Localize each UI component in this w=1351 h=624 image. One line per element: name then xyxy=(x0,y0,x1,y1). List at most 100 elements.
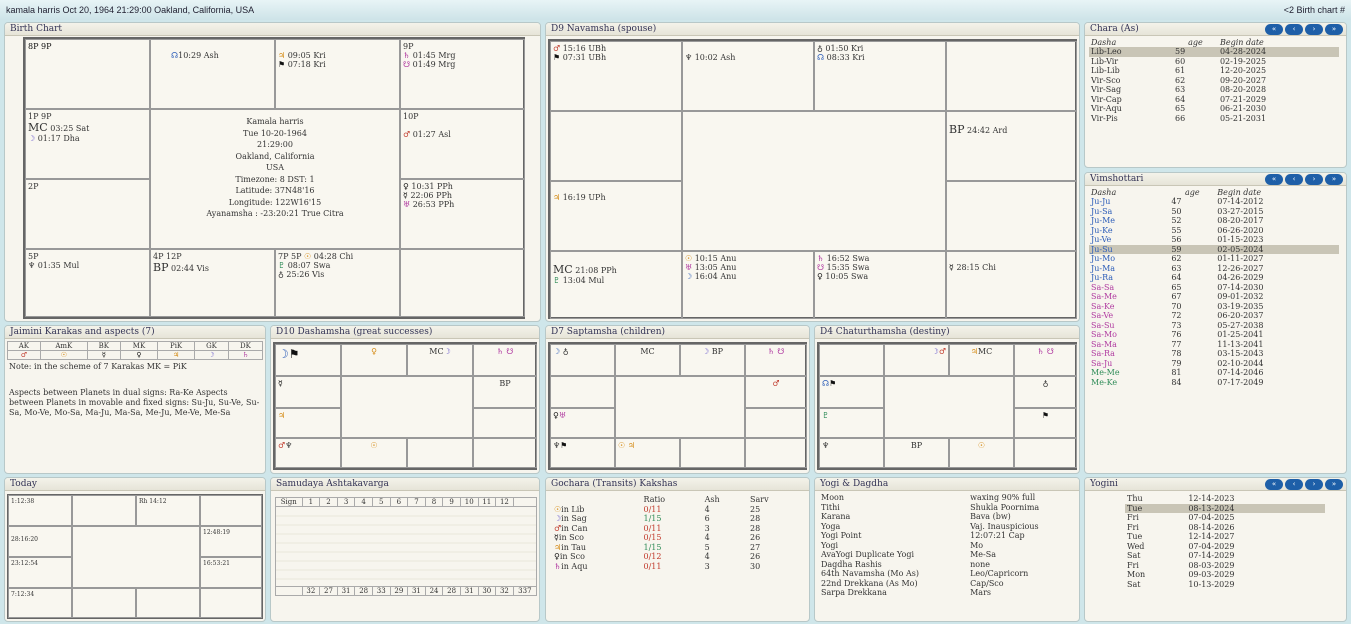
house-cell[interactable]: ♆⚑ xyxy=(550,438,615,468)
table-row[interactable]: Vir-Cap 64 07-21-2029 xyxy=(1089,95,1339,105)
table-row[interactable]: Lib-Vir 60 02-19-2025 xyxy=(1089,57,1339,67)
table-row[interactable]: Wed 07-04-2029 xyxy=(1125,542,1325,552)
house-cell[interactable] xyxy=(550,376,615,408)
house-cell[interactable]: 1P 9P MC 03:25 Sat ☽ 01:17 Dha xyxy=(25,109,150,179)
house-cell[interactable] xyxy=(400,249,525,317)
house-cell[interactable] xyxy=(946,181,1077,251)
table-row[interactable]: Sa-Mo 76 01-25-2041 xyxy=(1089,330,1339,340)
house-cell[interactable]: ♄ ☋ xyxy=(745,344,807,376)
table-row[interactable]: Sa-Ma 77 11-13-2041 xyxy=(1089,340,1339,350)
table-row[interactable]: Tue 12-14-2027 xyxy=(1125,532,1325,542)
house-cell[interactable] xyxy=(745,438,807,468)
house-cell[interactable]: 28:16:20 xyxy=(8,526,72,557)
prev-button[interactable]: ‹ xyxy=(1285,24,1303,35)
house-cell[interactable]: 1:12:38 xyxy=(8,495,72,526)
house-cell[interactable]: BP xyxy=(884,438,949,468)
house-cell[interactable]: ☉ 10:15 Anu ♅ 13:05 Anu ☽ 16:04 Anu xyxy=(682,251,814,319)
table-row[interactable]: Sa-Ju 79 02-10-2044 xyxy=(1089,359,1339,369)
last-button[interactable]: » xyxy=(1325,174,1343,185)
table-row[interactable]: Sa-Ve 72 06-20-2037 xyxy=(1089,311,1339,321)
house-cell[interactable]: ♄ ☋ xyxy=(1014,344,1077,376)
house-cell[interactable]: ⚑ xyxy=(1014,408,1077,438)
table-row[interactable]: Lib-Lib 61 12-20-2025 xyxy=(1089,66,1339,76)
table-row[interactable]: Lib-Leo 59 04-28-2024 xyxy=(1089,47,1339,57)
next-button[interactable]: › xyxy=(1305,174,1323,185)
house-cell[interactable]: BP xyxy=(473,376,537,408)
table-row[interactable]: Ju-Mo 62 01-11-2027 xyxy=(1089,254,1339,264)
chart-nav-label[interactable]: <2 Birth chart # xyxy=(1284,0,1345,20)
house-cell[interactable]: ♆ 10:02 Ash xyxy=(682,41,814,111)
table-row[interactable]: ♀in Sco 0/12 4 26 xyxy=(552,552,802,562)
table-row[interactable]: Sa-Ke 70 03-19-2035 xyxy=(1089,302,1339,312)
table-row[interactable]: Fri 08-14-2026 xyxy=(1125,523,1325,533)
table-row[interactable]: Ju-Ve 56 01-15-2023 xyxy=(1089,235,1339,245)
house-cell[interactable]: 9P ♄ 01:45 Mrg ☋ 01:49 Mrg xyxy=(400,39,525,109)
table-row[interactable]: Ju-Ma 63 12-26-2027 xyxy=(1089,264,1339,274)
table-row[interactable]: Ju-Ju 47 07-14-2012 xyxy=(1089,197,1339,207)
house-cell[interactable]: ♀♅ xyxy=(550,408,615,438)
table-row[interactable]: Thu 12-14-2023 xyxy=(1125,494,1325,504)
house-cell[interactable]: ♃ 09:05 Kri ⚑ 07:18 Kri xyxy=(275,39,400,109)
next-button[interactable]: › xyxy=(1305,479,1323,490)
house-cell[interactable]: ☽ BP xyxy=(680,344,745,376)
house-cell[interactable]: 2P xyxy=(25,179,150,249)
house-cell[interactable]: ♄ ☋ xyxy=(473,344,537,376)
house-cell[interactable]: ☽⚑ xyxy=(275,344,341,376)
house-cell[interactable]: ♂ 15:16 UBh ⚑ 07:31 UBh xyxy=(550,41,682,111)
house-cell[interactable]: 4P 12P BP 02:44 Vis xyxy=(150,249,275,317)
house-cell[interactable]: 16:53:21 xyxy=(200,557,262,588)
table-row[interactable]: Fri 07-04-2025 xyxy=(1125,513,1325,523)
house-cell[interactable]: ☊⚑ xyxy=(819,376,884,408)
table-row[interactable]: Sa-Su 73 05-27-2038 xyxy=(1089,321,1339,331)
house-cell[interactable]: 23:12:54 xyxy=(8,557,72,588)
last-button[interactable]: » xyxy=(1325,24,1343,35)
table-row[interactable]: Vir-Pis 66 05-21-2031 xyxy=(1089,114,1339,124)
house-cell[interactable] xyxy=(200,588,262,618)
house-cell[interactable]: ♆ xyxy=(819,438,884,468)
house-cell[interactable]: ☉ xyxy=(949,438,1014,468)
table-row[interactable]: ☿in Sco 0/15 4 26 xyxy=(552,533,802,543)
house-cell[interactable] xyxy=(946,41,1077,111)
house-cell[interactable]: ♂♆ xyxy=(275,438,341,468)
table-row[interactable]: Sa-Sa 65 07-14-2030 xyxy=(1089,283,1339,293)
house-cell[interactable] xyxy=(72,495,136,526)
house-cell[interactable] xyxy=(407,438,473,468)
house-cell[interactable] xyxy=(680,438,745,468)
house-cell[interactable]: ♁ 01:50 Kri ☊ 08:33 Kri xyxy=(814,41,946,111)
table-row[interactable]: Ju-Su 59 02-05-2024 xyxy=(1089,244,1339,254)
house-cell[interactable]: ☿ 28:15 Chi xyxy=(946,251,1077,319)
house-cell[interactable] xyxy=(473,408,537,438)
table-row[interactable]: Tue 08-13-2024 xyxy=(1125,503,1325,513)
table-row[interactable]: Sa-Me 67 09-01-2032 xyxy=(1089,292,1339,302)
house-cell[interactable]: 7:12:34 xyxy=(8,588,72,618)
house-cell[interactable]: BP 24:42 Ard xyxy=(946,111,1077,181)
table-row[interactable]: ☽in Sag 1/15 6 28 xyxy=(552,514,802,524)
first-button[interactable]: « xyxy=(1265,24,1283,35)
house-cell[interactable] xyxy=(819,344,884,376)
house-cell[interactable]: MC☽ xyxy=(407,344,473,376)
house-cell[interactable]: ♃MC xyxy=(949,344,1014,376)
table-row[interactable]: Mon 09-03-2029 xyxy=(1125,570,1325,580)
house-cell[interactable]: ♄ 16:52 Swa ☋ 15:35 Swa ♀ 10:05 Swa xyxy=(814,251,946,319)
last-button[interactable]: » xyxy=(1325,479,1343,490)
house-cell[interactable]: MC xyxy=(615,344,680,376)
table-row[interactable]: ☉in Lib 0/11 4 25 xyxy=(552,505,802,515)
house-cell[interactable]: ♀ xyxy=(341,344,407,376)
house-cell[interactable]: ☉ xyxy=(341,438,407,468)
table-row[interactable]: Sat 10-13-2029 xyxy=(1125,580,1325,590)
house-cell[interactable]: 12:48:19 xyxy=(200,526,262,557)
house-cell[interactable] xyxy=(473,438,537,468)
first-button[interactable]: « xyxy=(1265,174,1283,185)
house-cell[interactable]: 5P ♆ 01:35 Mul xyxy=(25,249,150,317)
table-row[interactable]: Vir-Sco 62 09-20-2027 xyxy=(1089,76,1339,86)
house-cell[interactable] xyxy=(550,111,682,181)
house-cell[interactable]: ♃ xyxy=(275,408,341,438)
table-row[interactable]: Ju-Ra 64 04-26-2029 xyxy=(1089,273,1339,283)
table-row[interactable]: Fri 08-03-2029 xyxy=(1125,561,1325,571)
prev-button[interactable]: ‹ xyxy=(1285,479,1303,490)
prev-button[interactable]: ‹ xyxy=(1285,174,1303,185)
table-row[interactable]: Ju-Sa 50 03-27-2015 xyxy=(1089,207,1339,217)
house-cell[interactable] xyxy=(136,588,200,618)
house-cell[interactable]: MC 21:08 PPh ♇ 13:04 Mul xyxy=(550,251,682,319)
house-cell[interactable] xyxy=(200,495,262,526)
